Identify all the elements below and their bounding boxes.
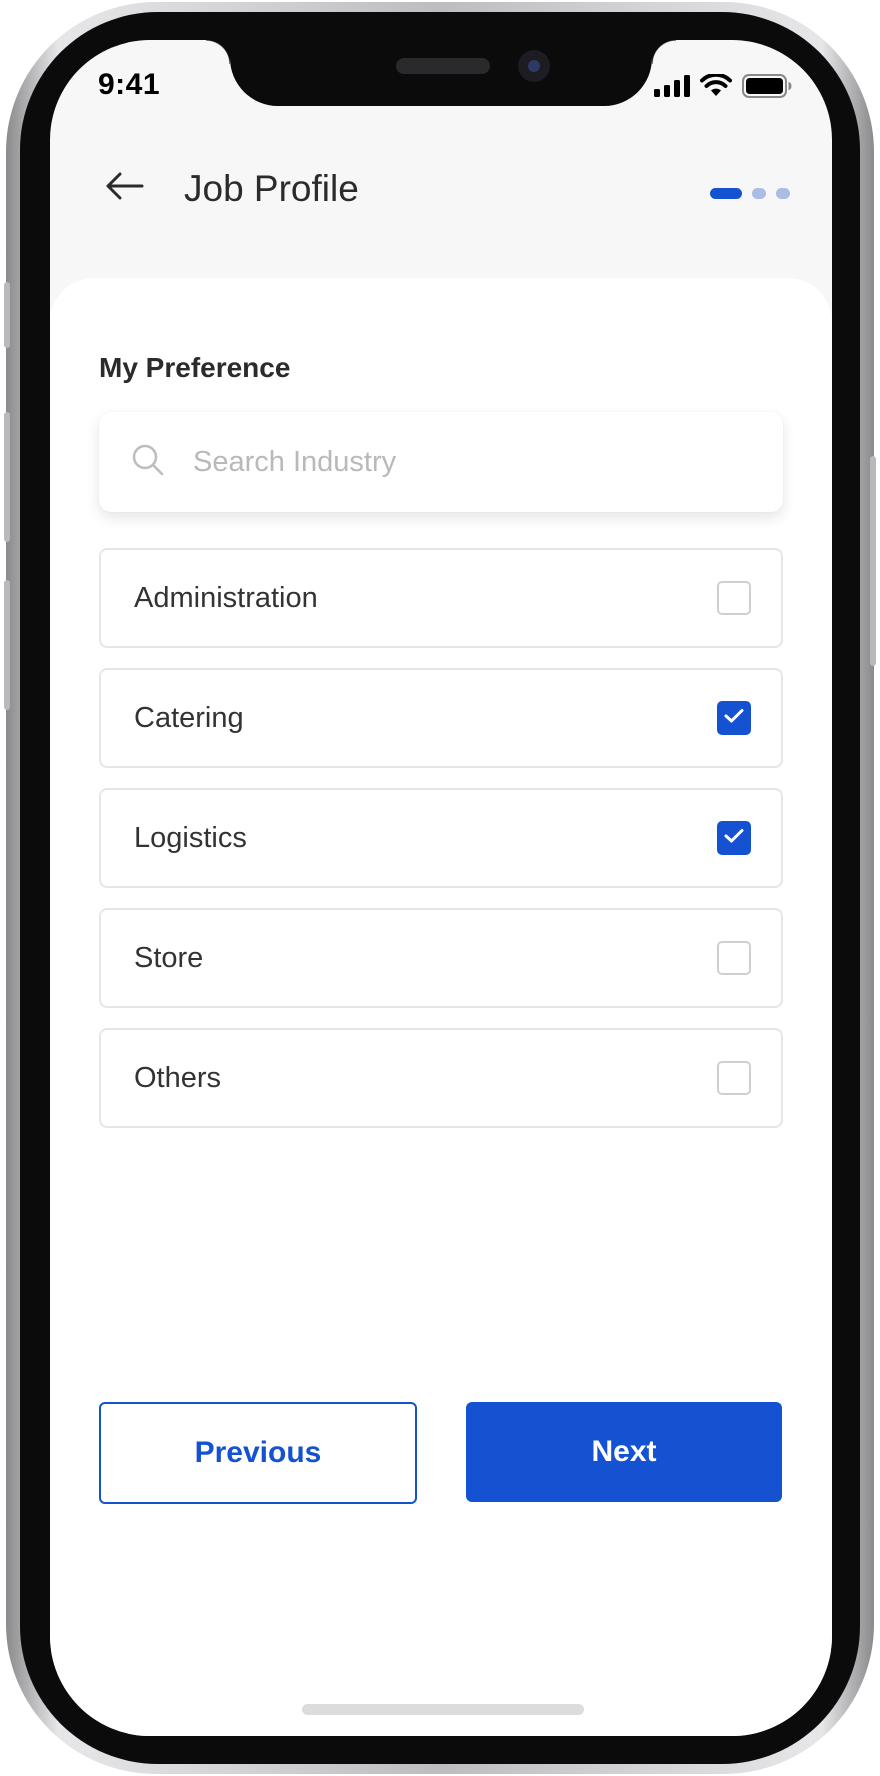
battery-icon: [742, 74, 792, 103]
checkbox-logistics[interactable]: [717, 821, 751, 855]
step-3: [776, 188, 790, 199]
notch: [206, 40, 676, 106]
home-indicator[interactable]: [302, 1704, 584, 1715]
next-button[interactable]: Next: [466, 1402, 782, 1502]
checkbox-catering[interactable]: [717, 701, 751, 735]
industry-item-catering[interactable]: Catering: [99, 668, 783, 768]
checkmark-icon: [723, 827, 745, 850]
checkmark-icon: [723, 707, 745, 730]
industry-item-administration[interactable]: Administration: [99, 548, 783, 648]
industry-label: Logistics: [134, 821, 247, 854]
checkbox-others[interactable]: [717, 1061, 751, 1095]
volume-down-button: [4, 580, 10, 710]
industry-label: Catering: [134, 701, 244, 734]
industry-item-logistics[interactable]: Logistics: [99, 788, 783, 888]
silent-switch: [4, 282, 10, 348]
status-time: 9:41: [98, 68, 161, 101]
industry-item-others[interactable]: Others: [99, 1028, 783, 1128]
checkbox-administration[interactable]: [717, 581, 751, 615]
step-1-active: [710, 188, 742, 199]
power-button: [870, 456, 876, 666]
page-title: Job Profile: [184, 168, 359, 209]
industry-label: Others: [134, 1061, 222, 1094]
status-icons: [654, 72, 792, 103]
earpiece-speaker: [396, 58, 490, 74]
step-2: [752, 188, 766, 199]
search-icon: [131, 443, 165, 482]
back-button[interactable]: [102, 166, 146, 210]
wifi-icon: [700, 72, 732, 103]
section-title: My Preference: [99, 352, 291, 383]
search-box[interactable]: [99, 412, 783, 512]
preference-card: My Preference Administration Catering: [50, 278, 832, 1736]
search-input[interactable]: [191, 444, 715, 480]
arrow-left-icon: [104, 171, 144, 206]
step-indicator: [710, 188, 790, 199]
front-camera: [518, 50, 550, 82]
industry-item-store[interactable]: Store: [99, 908, 783, 1008]
previous-button[interactable]: Previous: [99, 1402, 417, 1504]
screen: 9:41 Job Profile My Preference Search In…: [50, 40, 832, 1736]
cellular-signal-icon: [654, 75, 690, 102]
industry-label: Store: [134, 941, 204, 974]
industry-label: Administration: [134, 581, 318, 614]
checkbox-store[interactable]: [717, 941, 751, 975]
volume-up-button: [4, 412, 10, 542]
